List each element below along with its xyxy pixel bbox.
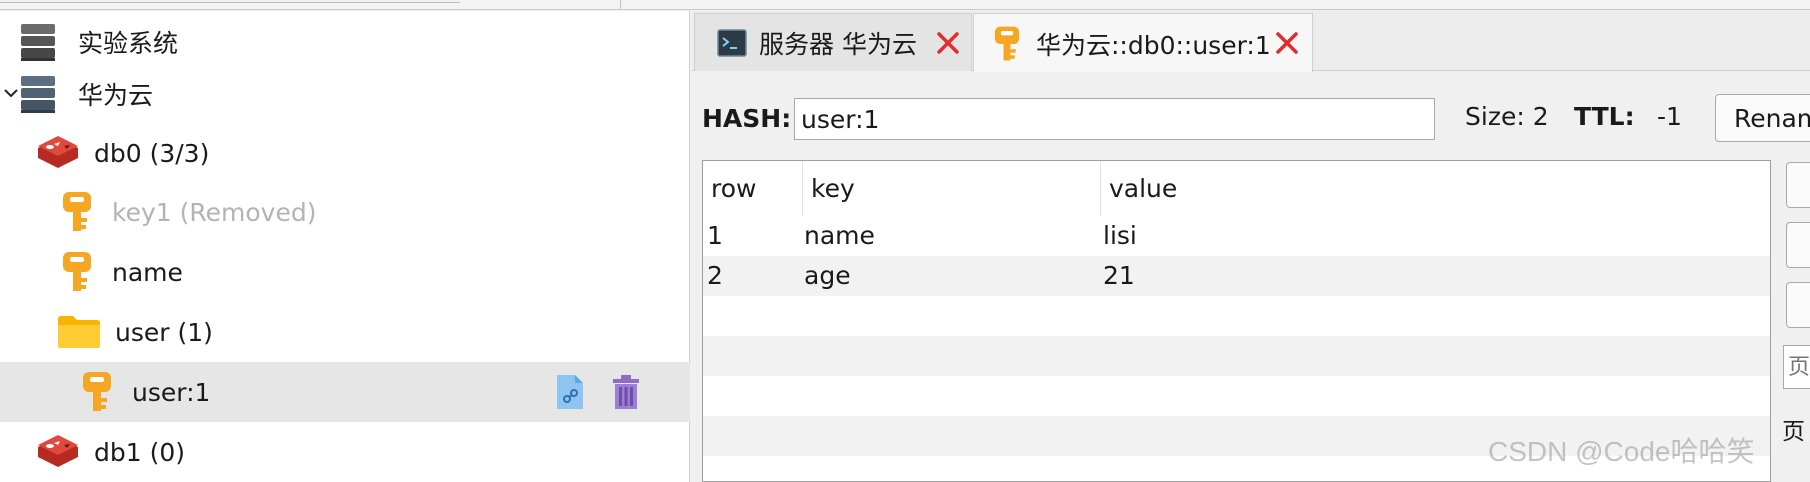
- connection-tree: 实验系统 华为云 db0 (3/3) key1 (Removed) name u…: [0, 11, 690, 482]
- empty-row: [703, 376, 1770, 416]
- tree-item-user-1[interactable]: user:1: [0, 362, 690, 422]
- cell-row: 1: [707, 221, 723, 250]
- redis-db-icon: [38, 136, 78, 168]
- top-toolbar-divider: [620, 0, 621, 9]
- close-icon[interactable]: [935, 30, 961, 56]
- copy-key-icon[interactable]: [554, 374, 586, 410]
- delete-row-button[interactable]: [1786, 222, 1810, 268]
- key-icon: [83, 372, 111, 411]
- folder-icon: [58, 316, 100, 348]
- tree-item-label: db0 (3/3): [94, 138, 210, 168]
- empty-row: [703, 336, 1770, 376]
- redis-db-icon: [38, 435, 78, 467]
- cell-row: 2: [707, 261, 723, 290]
- tab-huawei-db0-user-1[interactable]: 华为云::db0::user:1: [973, 13, 1313, 73]
- server-stack-icon: [21, 76, 55, 113]
- tree-item-user-folder[interactable]: user (1): [0, 302, 690, 362]
- tree-item-huawei-cloud[interactable]: 华为云: [0, 64, 690, 124]
- tree-item-key1-removed[interactable]: key1 (Removed): [0, 182, 690, 242]
- terminal-icon: [717, 28, 747, 57]
- tree-item-label: key1 (Removed): [112, 197, 317, 227]
- tree-item-db0[interactable]: db0 (3/3): [0, 123, 690, 183]
- tree-item-name[interactable]: name: [0, 242, 690, 302]
- cell-key: name: [804, 221, 875, 250]
- ttl-label: TTL:: [1574, 102, 1635, 131]
- chevron-down-icon[interactable]: [4, 86, 18, 100]
- tree-item-label: user (1): [115, 317, 213, 347]
- tree-item-label: 华为云: [78, 81, 154, 110]
- cell-key: age: [804, 261, 851, 290]
- column-header-value[interactable]: value: [1101, 161, 1770, 216]
- tree-item-label: 实验系统: [78, 29, 179, 58]
- table-header: row key value: [703, 161, 1770, 216]
- trash-icon[interactable]: [612, 374, 640, 410]
- tab-label: 华为云::db0::user:1: [1036, 30, 1271, 60]
- key-type-row: HASH:: [702, 98, 791, 138]
- tree-item-label: db1 (0): [94, 437, 186, 467]
- add-row-button[interactable]: [1786, 162, 1810, 208]
- key-icon: [994, 26, 1020, 60]
- cell-value: lisi: [1103, 221, 1137, 250]
- cell-value: 21: [1103, 261, 1135, 290]
- top-toolbar-strip: [0, 0, 1810, 10]
- ttl-value: -1: [1657, 102, 1682, 131]
- page-input[interactable]: [1783, 345, 1810, 389]
- tab-bar: 服务器 华为云 华为云::db0::user:1: [692, 11, 1810, 73]
- column-header-key[interactable]: key: [803, 161, 1101, 216]
- key-icon: [63, 192, 91, 231]
- column-header-row[interactable]: row: [703, 161, 803, 216]
- tab-server-huawei[interactable]: 服务器 华为云: [694, 13, 972, 71]
- page-label: 页: [1782, 419, 1805, 445]
- watermark: CSDN @Code哈哈笑: [1488, 436, 1755, 467]
- table-row[interactable]: 1 name lisi: [703, 216, 1770, 256]
- table-row[interactable]: 2 age 21: [703, 256, 1770, 296]
- reload-button[interactable]: [1786, 282, 1810, 328]
- tree-item-label: user:1: [132, 377, 211, 407]
- top-toolbar-segment: [0, 0, 460, 3]
- empty-row: [703, 296, 1770, 336]
- row-actions: [554, 374, 640, 410]
- close-icon[interactable]: [1274, 30, 1300, 56]
- tree-item-label: name: [112, 257, 183, 287]
- rename-button[interactable]: Renam: [1715, 94, 1810, 142]
- key-name-input[interactable]: [794, 98, 1435, 140]
- key-type-label: HASH:: [702, 103, 792, 133]
- tree-item-lab-system[interactable]: 实验系统: [0, 12, 690, 72]
- size-readout: Size: 2: [1465, 102, 1549, 131]
- server-stack-icon: [21, 24, 55, 61]
- key-icon: [63, 252, 91, 291]
- tree-item-db1[interactable]: db1 (0): [0, 422, 690, 482]
- tab-label: 服务器 华为云: [759, 29, 917, 59]
